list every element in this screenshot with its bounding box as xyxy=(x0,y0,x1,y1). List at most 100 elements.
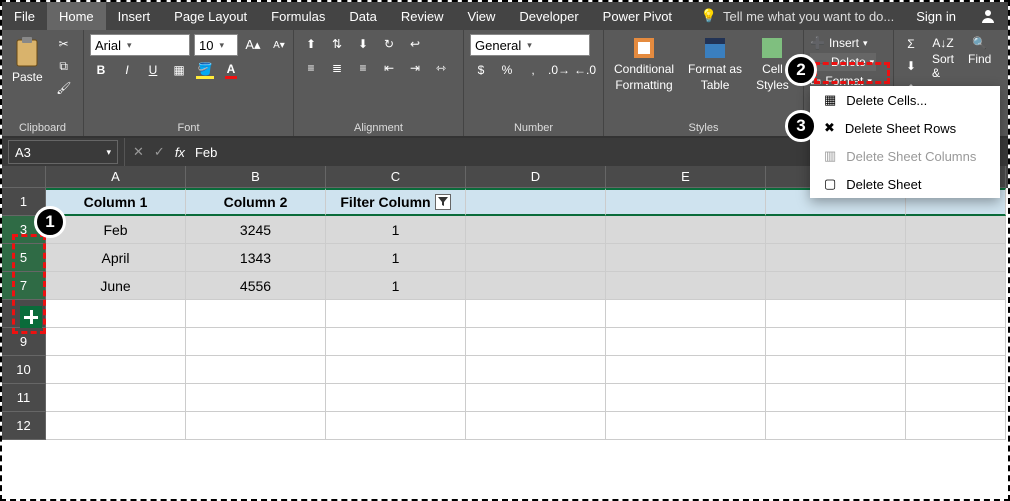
header-cell-col1[interactable]: Column 1 xyxy=(46,188,186,216)
borders-icon[interactable]: ▦ xyxy=(168,60,190,80)
comma-icon[interactable]: , xyxy=(522,60,544,80)
formula-input[interactable] xyxy=(195,145,795,160)
insert-cells-button[interactable]: ➕ Insert▾ xyxy=(810,34,876,52)
cell[interactable]: April xyxy=(46,244,186,272)
tab-developer[interactable]: Developer xyxy=(507,2,590,30)
font-size[interactable]: 10▾ xyxy=(194,34,238,56)
copy-icon[interactable]: ⧉ xyxy=(53,56,75,76)
underline-button[interactable]: U xyxy=(142,60,164,80)
align-bottom-icon[interactable]: ⬇ xyxy=(352,34,374,54)
row-header[interactable]: 11 xyxy=(2,384,46,412)
percent-icon[interactable]: % xyxy=(496,60,518,80)
tab-power-pivot[interactable]: Power Pivot xyxy=(591,2,684,30)
callout-2: 2 xyxy=(785,54,817,86)
cell[interactable]: 3245 xyxy=(186,216,326,244)
grow-font-icon[interactable]: A▴ xyxy=(242,35,264,55)
col-header-c[interactable]: C xyxy=(326,166,466,188)
cell[interactable]: 1 xyxy=(326,244,466,272)
delete-cells-icon: ▦ xyxy=(824,92,836,108)
autosum-icon[interactable]: Σ xyxy=(900,34,922,54)
tab-file[interactable]: File xyxy=(2,2,47,30)
delete-sheet-item[interactable]: ▢ Delete Sheet xyxy=(810,170,1000,198)
filter-icon[interactable] xyxy=(435,194,451,210)
delete-sheet-icon: ▢ xyxy=(824,176,836,192)
header-cell-col2[interactable]: Column 2 xyxy=(186,188,326,216)
increase-decimal-icon[interactable]: .0→ xyxy=(548,60,570,80)
align-center-icon[interactable]: ≣ xyxy=(326,58,348,78)
tell-me[interactable]: 💡 Tell me what you want to do... xyxy=(691,2,904,30)
decrease-decimal-icon[interactable]: ←.0 xyxy=(574,60,596,80)
delete-cells-item[interactable]: ▦ Delete Cells... xyxy=(810,86,1000,114)
fx-icon[interactable]: fx xyxy=(175,145,185,160)
format-painter-icon[interactable]: 🖌 xyxy=(53,78,75,98)
clipboard-icon xyxy=(13,36,41,68)
wrap-text-icon[interactable]: ↩ xyxy=(404,34,426,54)
conditional-formatting-button[interactable]: Conditional Formatting xyxy=(610,34,678,94)
row-header[interactable]: 9 xyxy=(2,328,46,356)
select-all-corner[interactable] xyxy=(2,166,46,188)
col-header-e[interactable]: E xyxy=(606,166,766,188)
cell[interactable]: 1 xyxy=(326,216,466,244)
font-name[interactable]: Arial▾ xyxy=(90,34,190,56)
delete-cells-button[interactable]: ➖ Delete▾ xyxy=(810,53,876,71)
sort-filter-button[interactable]: A↓Z Sort & xyxy=(928,34,958,82)
cell[interactable]: 1 xyxy=(326,272,466,300)
col-header-a[interactable]: A xyxy=(46,166,186,188)
bold-button[interactable]: B xyxy=(90,60,112,80)
enter-icon[interactable]: ✓ xyxy=(154,144,165,160)
number-format[interactable]: General▾ xyxy=(470,34,590,56)
tab-page-layout[interactable]: Page Layout xyxy=(162,2,259,30)
cell[interactable]: 1343 xyxy=(186,244,326,272)
tab-home[interactable]: Home xyxy=(47,2,106,30)
decrease-indent-icon[interactable]: ⇤ xyxy=(378,58,400,78)
group-styles: Styles xyxy=(610,120,797,134)
col-header-b[interactable]: B xyxy=(186,166,326,188)
row-header[interactable]: 10 xyxy=(2,356,46,384)
callout-1: 1 xyxy=(34,206,66,238)
delete-sheet-rows-item[interactable]: ✖ Delete Sheet Rows xyxy=(810,114,1000,142)
orientation-icon[interactable]: ↻ xyxy=(378,34,400,54)
font-color-icon[interactable]: A xyxy=(220,60,242,80)
align-left-icon[interactable]: ≡ xyxy=(300,58,322,78)
tab-data[interactable]: Data xyxy=(337,2,388,30)
cut-icon[interactable]: ✂ xyxy=(53,34,75,54)
tab-review[interactable]: Review xyxy=(389,2,456,30)
align-middle-icon[interactable]: ⇅ xyxy=(326,34,348,54)
align-right-icon[interactable]: ≡ xyxy=(352,58,374,78)
table-icon xyxy=(703,36,727,60)
share-icon[interactable] xyxy=(968,2,1008,30)
italic-button[interactable]: I xyxy=(116,60,138,80)
align-top-icon[interactable]: ⬆ xyxy=(300,34,322,54)
cell-styles-icon xyxy=(760,36,784,60)
ribbon-tabs[interactable]: File Home Insert Page Layout Formulas Da… xyxy=(2,2,1008,30)
row-header[interactable]: 5 xyxy=(2,244,46,272)
delete-sheet-columns-item: ▥ Delete Sheet Columns xyxy=(810,142,1000,170)
find-button[interactable]: 🔍 Find xyxy=(964,34,995,68)
cell[interactable]: June xyxy=(46,272,186,300)
fill-icon[interactable]: ⬇ xyxy=(900,56,922,76)
tab-view[interactable]: View xyxy=(455,2,507,30)
row-header[interactable]: 7 xyxy=(2,272,46,300)
fill-color-icon[interactable]: 🪣 xyxy=(194,60,216,80)
magnifier-icon: 🔍 xyxy=(972,36,987,50)
worksheet-grid[interactable]: A B C D E F G 1 Column 1 Column 2 Filter… xyxy=(2,166,1008,440)
cell[interactable]: Feb xyxy=(46,216,186,244)
sign-in[interactable]: Sign in xyxy=(904,2,968,30)
format-as-table-button[interactable]: Format as Table xyxy=(684,34,746,94)
header-cell-filter[interactable]: Filter Column xyxy=(326,188,466,216)
tell-me-text: Tell me what you want to do... xyxy=(723,9,894,24)
increase-indent-icon[interactable]: ⇥ xyxy=(404,58,426,78)
col-header-d[interactable]: D xyxy=(466,166,606,188)
shrink-font-icon[interactable]: A▾ xyxy=(268,35,290,55)
row-header[interactable]: 12 xyxy=(2,412,46,440)
merge-icon[interactable]: ⇿ xyxy=(430,58,452,78)
tab-insert[interactable]: Insert xyxy=(106,2,163,30)
tab-formulas[interactable]: Formulas xyxy=(259,2,337,30)
delete-menu[interactable]: ▦ Delete Cells... ✖ Delete Sheet Rows ▥ … xyxy=(810,86,1000,198)
paste-button[interactable]: Paste xyxy=(8,34,47,86)
group-alignment: Alignment xyxy=(300,120,457,134)
cancel-icon[interactable]: ✕ xyxy=(133,144,144,160)
currency-icon[interactable]: $ xyxy=(470,60,492,80)
name-box[interactable]: A3▾ xyxy=(8,140,118,164)
cell[interactable]: 4556 xyxy=(186,272,326,300)
